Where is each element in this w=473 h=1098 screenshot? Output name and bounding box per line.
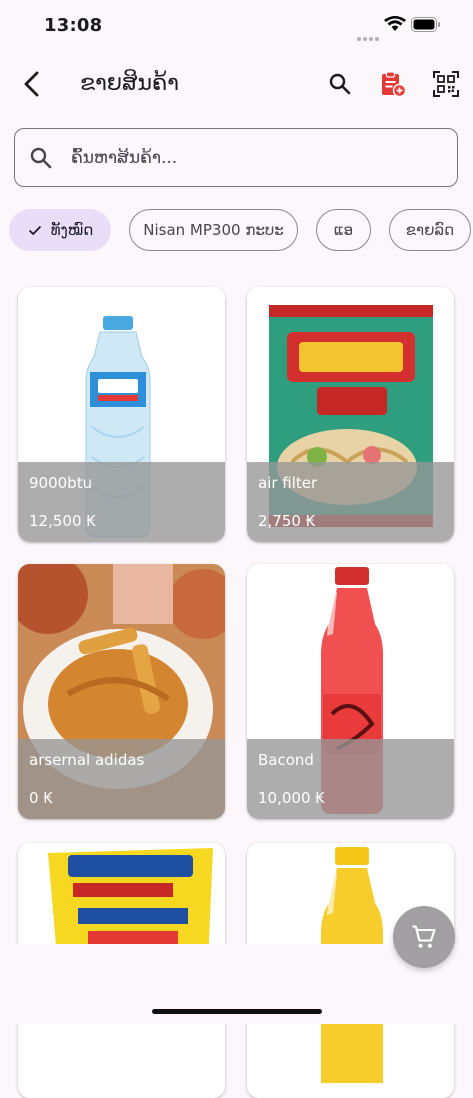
cart-button[interactable] — [393, 906, 455, 968]
product-search-field[interactable] — [14, 128, 458, 187]
order-list-button[interactable] — [375, 66, 411, 102]
filter-chip-label: ແອ — [333, 221, 354, 239]
shopping-cart-icon — [412, 925, 436, 948]
filter-chip-car-sale[interactable]: ຂາຍລົດ — [389, 209, 471, 251]
product-name: Bacond — [258, 751, 314, 769]
filter-chip-label: Nisan MP300 ກະບະ — [143, 221, 284, 239]
product-card[interactable]: arsernal adidas 0 ₭ — [18, 564, 225, 819]
status-time: 13:08 — [44, 15, 103, 36]
filter-chip-all[interactable]: ທັງໝົດ — [9, 209, 111, 251]
product-card[interactable]: Bacond 10,000 ₭ — [247, 564, 454, 819]
filter-chip-air[interactable]: ແອ — [316, 209, 371, 251]
product-price: 10,000 ₭ — [258, 789, 325, 807]
product-card[interactable]: 9000btu 12,500 ₭ — [18, 287, 225, 542]
product-name: 9000btu — [29, 474, 93, 492]
search-icon — [30, 147, 52, 169]
category-filter-bar: ທັງໝົດ Nisan MP300 ກະບະ ແອ ຂາຍລົດ — [0, 209, 473, 251]
product-name: arsernal adidas — [29, 751, 145, 769]
status-bar: 13:08 — [0, 0, 473, 52]
filter-chip-label: ທັງໝົດ — [50, 221, 94, 239]
search-icon — [329, 73, 351, 95]
signal-dots-icon — [357, 26, 381, 45]
clipboard-add-icon — [382, 71, 407, 98]
app-bar: ຂາຍສິນຄ້າ — [0, 52, 473, 116]
filter-chip-label: ຂາຍລົດ — [405, 221, 455, 239]
arrow-back-icon — [24, 71, 39, 97]
search-input[interactable] — [71, 141, 441, 175]
search-button[interactable] — [322, 66, 358, 102]
wifi-icon — [384, 16, 406, 31]
product-price: 12,500 ₭ — [29, 512, 96, 530]
filter-chip-nisan[interactable]: Nisan MP300 ກະບະ — [129, 209, 298, 251]
back-button[interactable] — [16, 68, 48, 100]
home-indicator[interactable] — [152, 1009, 322, 1014]
qr-code-icon — [433, 71, 459, 97]
product-price: 0 ₭ — [29, 789, 53, 807]
page-title: ຂາຍສິນຄ້າ — [80, 71, 179, 96]
battery-icon — [411, 17, 440, 32]
product-price: 2,750 ₭ — [258, 512, 316, 530]
product-card[interactable]: air filter 2,750 ₭ — [247, 287, 454, 542]
qr-scan-button[interactable] — [428, 66, 464, 102]
product-name: air filter — [258, 474, 318, 492]
check-icon — [27, 222, 43, 238]
